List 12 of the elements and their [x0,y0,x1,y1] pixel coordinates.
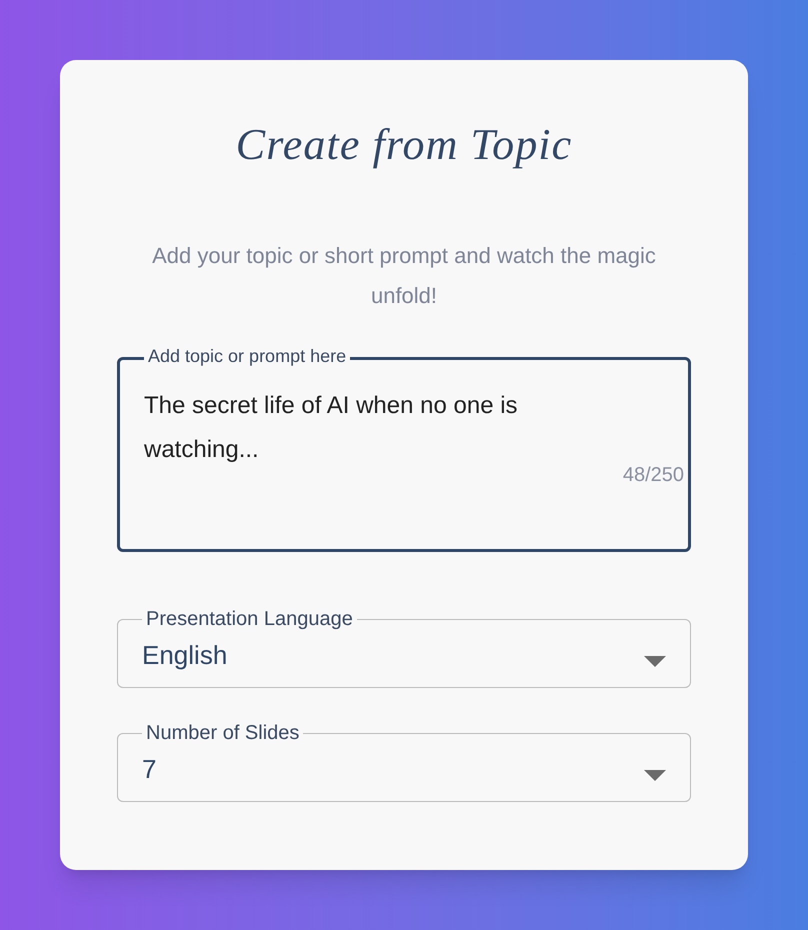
field-label: Add topic or prompt here [148,346,346,366]
field-label: Number of Slides [146,722,300,744]
field-label: Presentation Language [146,608,353,630]
page-title: Create from Topic [236,119,572,171]
subtitle: Add your topic or short prompt and watch the magic unfold! [151,242,657,310]
select-value: English [142,639,228,672]
character-counter: 48/250 [622,463,684,488]
dropdown-caret-icon [644,770,666,781]
select-value: 7 [142,753,156,786]
dropdown-caret-icon [644,656,666,667]
prompt-input[interactable]: The secret life of AI when no one is watching... [144,384,604,484]
prompt-field[interactable]: Add topic or prompt here The secret life of AI when no one is watching... 48/250 [117,346,691,552]
